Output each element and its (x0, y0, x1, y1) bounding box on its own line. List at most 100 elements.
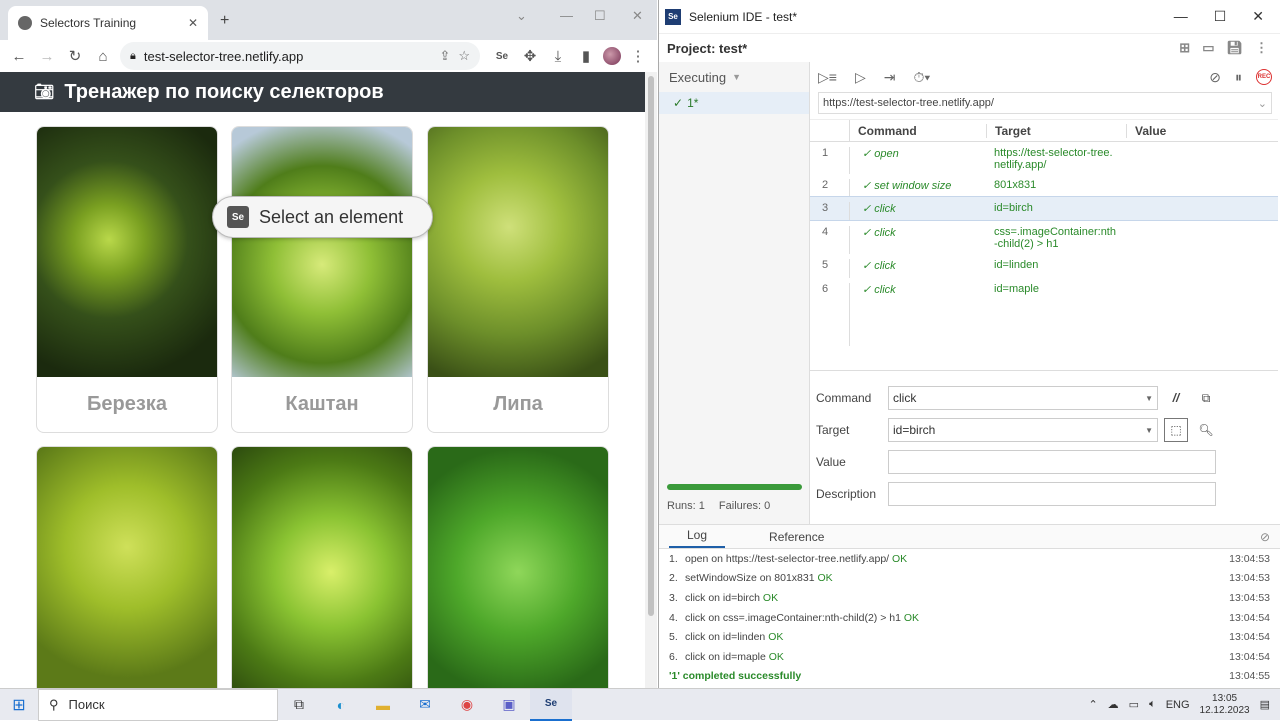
edge-icon[interactable]: ◐ (320, 689, 362, 721)
forward-icon[interactable]: → (36, 45, 58, 67)
base-url-select[interactable]: https://test-selector-tree.netlify.app/ … (818, 92, 1272, 114)
chevron-up-icon[interactable]: ⌃ (1088, 698, 1097, 711)
oak-image[interactable] (232, 447, 412, 688)
selenium-extension-icon[interactable]: Se (491, 45, 513, 67)
rowan-image[interactable] (428, 447, 608, 688)
log-line: 1. open on https://test-selector-tree.net… (669, 552, 1270, 565)
tab-log[interactable]: Log (669, 528, 726, 548)
command-input[interactable]: click ▼ (888, 386, 1158, 410)
disable-breakpoints-icon[interactable]: ⊘ (1209, 69, 1221, 86)
ide-titlebar: Se Selenium IDE - test* — ☐ ✕ (659, 0, 1280, 34)
task-view-icon[interactable]: ⧉ (278, 689, 320, 721)
row-target: css=.imageContainer:nth-child(2) > h1 (994, 226, 1116, 250)
scrollbar-thumb[interactable] (648, 76, 654, 616)
windows-start-icon[interactable]: ⊞ (0, 689, 38, 721)
sidepanel-icon[interactable]: ▮ (575, 45, 597, 67)
file-explorer-icon[interactable]: ▬ (362, 689, 404, 721)
minimize-icon[interactable]: — (560, 8, 573, 23)
maximize-icon[interactable]: ☐ (1214, 8, 1227, 25)
home-icon[interactable]: ⌂ (92, 45, 114, 67)
header-target: Target (986, 123, 1126, 138)
back-icon[interactable]: ← (8, 45, 30, 67)
birch-image[interactable] (37, 127, 217, 377)
command-label: Command (816, 391, 872, 405)
tab-reference[interactable]: Reference (751, 530, 842, 548)
star-icon[interactable]: ☆ (458, 48, 470, 64)
window-close-icon[interactable]: ✕ (632, 8, 643, 24)
table-row[interactable]: 5 ✓ click id=linden (810, 254, 1278, 278)
chevron-down-icon[interactable]: ▼ (1145, 426, 1153, 435)
teams-icon[interactable]: ▣ (488, 689, 530, 721)
download-icon[interactable]: ⤓ (547, 45, 569, 67)
avatar[interactable] (603, 47, 621, 65)
volume-icon[interactable]: 🔈︎ (1149, 698, 1156, 711)
reload-icon[interactable]: ↻ (64, 45, 86, 67)
browser-tab[interactable]: Selectors Training ✕ (8, 6, 208, 40)
pause-icon[interactable]: ⏸ (1235, 69, 1242, 86)
description-input[interactable] (888, 482, 1216, 506)
step-icon[interactable]: ⇥ (884, 69, 896, 86)
clear-log-icon[interactable]: ⊘ (1260, 530, 1270, 548)
maximize-icon[interactable]: ☐ (594, 8, 606, 24)
lock-icon: 🔒︎ (130, 49, 136, 62)
row-index: 3 (810, 202, 850, 220)
table-row-selected[interactable]: 3 ✓ click id=birch (810, 196, 1278, 221)
comment-toggle-button[interactable]: // (1164, 386, 1188, 410)
chestnut-image[interactable] (232, 127, 412, 377)
taskbar-search[interactable]: ⚲ Поиск (38, 688, 278, 721)
log-completed: '1' completed successfully 13:04:55 (669, 670, 1270, 683)
share-icon[interactable]: ⇪ (439, 48, 450, 64)
mail-icon[interactable]: ✉ (404, 689, 446, 721)
table-row[interactable]: 4 ✓ click css=.imageContainer:nth-child(… (810, 221, 1278, 254)
notifications-icon[interactable]: ▤ (1260, 698, 1270, 711)
battery-icon[interactable]: ▭ (1129, 698, 1139, 711)
page-scrollbar[interactable] (645, 72, 657, 688)
save-icon[interactable]: 💾︎ (1226, 40, 1243, 56)
card-maple[interactable] (36, 446, 218, 688)
card-caption[interactable]: Липа (428, 377, 608, 432)
selenium-ide-taskbar-icon[interactable]: Se (530, 688, 572, 721)
card-rowan[interactable] (427, 446, 609, 688)
card-caption[interactable]: Березка (37, 377, 217, 432)
card-birch[interactable]: Березка (36, 126, 218, 433)
clock[interactable]: 13:05 12.12.2023 (1200, 693, 1250, 717)
chevron-down-icon[interactable]: ⌄ (516, 8, 527, 24)
new-tab-icon[interactable]: + (220, 12, 229, 30)
test-item[interactable]: ✓ 1* (659, 92, 809, 114)
address-bar[interactable]: 🔒︎ test-selector-tree.netlify.app ⇪ ☆ (120, 42, 480, 70)
new-project-icon[interactable]: ⊞ (1179, 40, 1190, 56)
card-linden[interactable]: Липа (427, 126, 609, 433)
search-icon[interactable]: 🔍︎ (1194, 418, 1218, 442)
menu-icon[interactable]: ⋮ (627, 45, 649, 67)
card-oak[interactable] (231, 446, 413, 688)
project-name[interactable]: test* (719, 41, 747, 56)
chrome-icon[interactable]: ◉ (446, 689, 488, 721)
table-row[interactable]: 2 ✓ set window size 801x831 (810, 174, 1278, 196)
speed-icon[interactable]: ⏱▾ (913, 69, 930, 86)
puzzle-icon[interactable]: ✥ (519, 45, 541, 67)
language-indicator[interactable]: ENG (1166, 699, 1190, 711)
card-caption[interactable]: Каштан (232, 377, 412, 432)
test-name: 1* (687, 96, 699, 110)
run-current-icon[interactable]: ▷ (855, 69, 866, 86)
open-project-icon[interactable]: ▭ (1202, 40, 1214, 56)
open-reference-icon[interactable]: ⧉ (1194, 386, 1218, 410)
target-input[interactable]: id=birch ▼ (888, 418, 1158, 442)
minimize-icon[interactable]: — (1174, 8, 1188, 25)
close-icon[interactable]: ✕ (188, 16, 198, 30)
executing-dropdown[interactable]: Executing ▼ (659, 62, 809, 92)
card-chestnut[interactable]: Каштан (231, 126, 413, 433)
select-target-icon[interactable]: ⬚ (1164, 418, 1188, 442)
table-row[interactable]: 6 ✓ click id=maple (810, 278, 1278, 346)
value-input[interactable] (888, 450, 1216, 474)
clock-time: 13:05 (1212, 692, 1238, 704)
chevron-down-icon[interactable]: ▼ (1145, 394, 1153, 403)
run-all-icon[interactable]: ▷≡ (818, 69, 837, 86)
linden-image[interactable] (428, 127, 608, 377)
network-icon[interactable]: ☁ (1108, 698, 1119, 711)
record-icon[interactable]: REC (1256, 69, 1272, 85)
table-row[interactable]: 1 ✓ open https://test-selector-tree.netl… (810, 142, 1278, 174)
close-icon[interactable]: ✕ (1252, 8, 1264, 25)
more-icon[interactable]: ⋮ (1255, 40, 1268, 56)
maple-image[interactable] (37, 447, 217, 688)
